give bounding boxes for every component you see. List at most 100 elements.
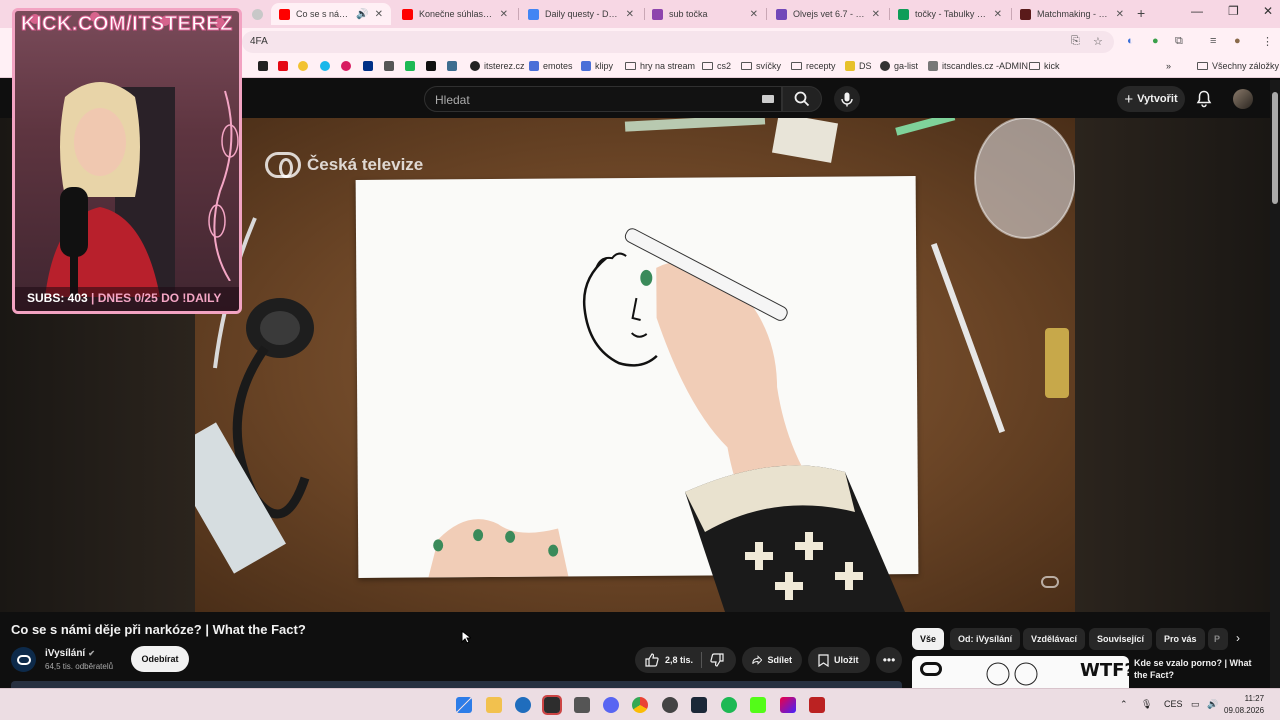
- tab-olvejs[interactable]: Olvejs vet 6.7 - Form ✕: [768, 3, 888, 25]
- voice-search-button[interactable]: [834, 86, 860, 112]
- bookmark-icon-only[interactable]: [320, 61, 330, 71]
- bell-icon[interactable]: [1196, 90, 1212, 108]
- recommended-video-title[interactable]: Kde se vzalo porno? | What the Fact?: [1134, 657, 1260, 681]
- close-icon[interactable]: ✕: [1116, 9, 1124, 20]
- chip-for-you[interactable]: Pro vás: [1156, 628, 1205, 650]
- search-input[interactable]: Hledat: [424, 86, 782, 112]
- bookmark-icon-only[interactable]: [298, 61, 308, 71]
- obs-icon[interactable]: [662, 697, 678, 713]
- description-box[interactable]: [11, 681, 902, 688]
- bookmark-folder-recepty[interactable]: recepty: [791, 61, 836, 71]
- maximize-button[interactable]: ❐: [1228, 4, 1239, 18]
- star-icon[interactable]: ☆: [1093, 35, 1103, 48]
- close-icon[interactable]: ✕: [375, 9, 383, 20]
- bookmark-ga-list[interactable]: ga-list: [880, 61, 918, 71]
- chip-related[interactable]: Související: [1089, 628, 1153, 650]
- discord-icon[interactable]: [603, 697, 619, 713]
- chrome-icon[interactable]: [632, 697, 648, 713]
- bookmark-folder-svicky[interactable]: svíčky: [741, 61, 781, 71]
- steam-icon[interactable]: [691, 697, 707, 713]
- search-button[interactable]: [782, 86, 822, 112]
- kick-icon[interactable]: [750, 697, 766, 713]
- bookmark-klipy[interactable]: klipy: [581, 61, 613, 71]
- bookmark-ds[interactable]: DS: [845, 61, 872, 71]
- speaker-icon[interactable]: 🔊: [356, 9, 368, 20]
- puzzle-icon[interactable]: ⧉: [1175, 35, 1183, 48]
- tab-matchmaking[interactable]: Matchmaking - Europ ✕: [1012, 3, 1132, 25]
- chip-educational[interactable]: Vzdělávací: [1023, 628, 1086, 650]
- bookmark-icon-only[interactable]: [405, 61, 415, 71]
- tab-youtube-active[interactable]: Co se s námi děje 🔊 ✕: [271, 3, 391, 25]
- minimize-button[interactable]: —: [1191, 4, 1203, 18]
- channel-avatar[interactable]: [11, 647, 36, 672]
- bookmark-itsterez[interactable]: itsterez.cz: [470, 61, 525, 71]
- volume-icon[interactable]: 🔊: [1207, 699, 1218, 710]
- chip-all[interactable]: Vše: [912, 628, 945, 650]
- bookmark-folder-kick[interactable]: kick: [1029, 61, 1060, 71]
- bookmark-itscandles[interactable]: itscandles.cz -ADMIN: [928, 61, 1028, 71]
- file-explorer-icon[interactable]: [486, 697, 502, 713]
- bookmark-emotes[interactable]: emotes: [529, 61, 573, 71]
- bookmark-icon-only[interactable]: [341, 61, 351, 71]
- microphone-tray-icon[interactable]: 🎙: [1141, 699, 1152, 710]
- chip-partial[interactable]: P: [1208, 628, 1228, 650]
- bookmark-folder-cs2[interactable]: cs2: [702, 61, 731, 71]
- chip-from-channel[interactable]: Od: iVysílání: [950, 628, 1021, 650]
- chevron-right-icon[interactable]: ›: [1236, 631, 1240, 645]
- thumbnail-text: WTF?: [1080, 660, 1129, 681]
- bookmark-folder-hry[interactable]: hry na stream: [625, 61, 695, 71]
- edge-icon[interactable]: [515, 697, 531, 713]
- keyboard-icon[interactable]: [762, 95, 774, 103]
- address-bar[interactable]: 4FA: [242, 31, 1114, 53]
- bookmarks-overflow-icon[interactable]: »: [1166, 61, 1171, 71]
- bookmark-icon-only[interactable]: [258, 61, 268, 71]
- subscribe-button[interactable]: Odebírat: [131, 646, 189, 672]
- bookmark-all[interactable]: Všechny záložky: [1197, 61, 1279, 71]
- tab-tocky[interactable]: točky - Tabulky Goog ✕: [890, 3, 1010, 25]
- app-icon[interactable]: [574, 697, 590, 713]
- tab-partial[interactable]: [244, 3, 266, 25]
- tray-overflow-icon[interactable]: ⌃: [1120, 699, 1128, 710]
- close-window-button[interactable]: ✕: [1263, 4, 1273, 18]
- close-icon[interactable]: ✕: [872, 9, 880, 20]
- save-button[interactable]: Uložit: [808, 647, 870, 673]
- bookmark-paypal[interactable]: [363, 61, 373, 71]
- spotify-icon[interactable]: [721, 697, 737, 713]
- network-icon[interactable]: ▭: [1191, 699, 1200, 710]
- start-icon[interactable]: [456, 697, 472, 713]
- channel-name[interactable]: iVysílání ✔: [45, 648, 95, 659]
- install-icon[interactable]: ⎘: [1071, 35, 1080, 48]
- bookmark-icon-only[interactable]: [447, 61, 457, 71]
- clock[interactable]: 11:27 09.08.2026: [1224, 693, 1264, 717]
- bookmark-icon-only[interactable]: [426, 61, 436, 71]
- bookmark-icon-only[interactable]: [384, 61, 394, 71]
- close-icon[interactable]: ✕: [626, 9, 634, 20]
- extension-icon-2[interactable]: ●: [1152, 35, 1159, 47]
- faceit-icon[interactable]: [809, 697, 825, 713]
- video-player[interactable]: Česká televize: [195, 118, 1075, 612]
- scrollbar-thumb[interactable]: [1272, 92, 1278, 204]
- thumbs-down-icon[interactable]: [710, 653, 724, 667]
- extension-icon[interactable]: ◐: [1127, 35, 1134, 47]
- new-tab-button[interactable]: +: [1137, 5, 1145, 21]
- account-avatar[interactable]: [1233, 89, 1253, 109]
- media-icon[interactable]: ≡: [1210, 35, 1216, 47]
- like-button[interactable]: 2,8 tis.: [645, 653, 693, 667]
- create-button[interactable]: + Vytvořit: [1117, 86, 1185, 112]
- language-indicator[interactable]: CES: [1164, 699, 1183, 709]
- profile-icon[interactable]: ●: [1234, 35, 1241, 47]
- recommended-video-thumbnail[interactable]: WTF?: [912, 656, 1129, 688]
- terminal-icon[interactable]: [542, 695, 562, 715]
- tab-title: Co se s námi děje: [296, 9, 350, 19]
- close-icon[interactable]: ✕: [500, 9, 508, 20]
- bookmark-netflix[interactable]: [278, 61, 288, 71]
- more-actions-button[interactable]: •••: [876, 647, 902, 673]
- menu-icon[interactable]: ⋮: [1262, 35, 1273, 48]
- tab-konecne[interactable]: Konečne súhlasil s pr ✕: [394, 3, 516, 25]
- tab-sub-tocka[interactable]: sub točka ✕: [644, 3, 766, 25]
- app-icon-2[interactable]: [780, 697, 796, 713]
- share-button[interactable]: Sdílet: [742, 647, 802, 673]
- tab-daily-questy[interactable]: Daily questy - Dokum ✕: [520, 3, 642, 25]
- close-icon[interactable]: ✕: [750, 9, 758, 20]
- close-icon[interactable]: ✕: [994, 9, 1002, 20]
